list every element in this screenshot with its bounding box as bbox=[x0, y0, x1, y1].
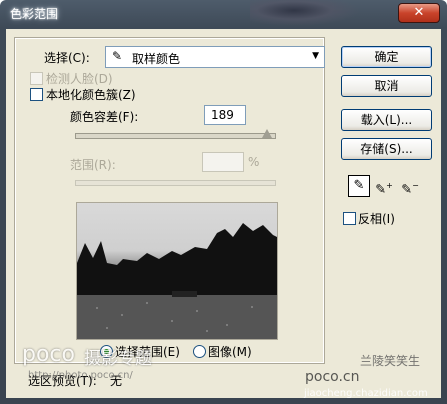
localized-clusters-label: 本地化颜色簇(Z) bbox=[46, 88, 136, 102]
detect-faces-label: 检测人脸(D) bbox=[46, 72, 113, 86]
range-input[interactable] bbox=[202, 152, 244, 172]
site-watermark: jiaocheng.chazidian.com bbox=[304, 388, 428, 399]
options-group: 选择(C): ✎ 取样颜色 ▼ 检测人脸(D) 本地化颜色簇(Z) 颜色容差(F… bbox=[14, 37, 325, 364]
eyedropper-plus-icon[interactable]: ✎+ bbox=[373, 175, 395, 197]
range-label: 范围(R): bbox=[70, 158, 116, 172]
fuzziness-slider[interactable] bbox=[75, 133, 276, 139]
preview-image-radio[interactable] bbox=[193, 345, 206, 358]
title-bar[interactable]: 色彩范围 ✕ bbox=[0, 0, 447, 26]
chevron-down-icon: ▼ bbox=[312, 51, 319, 61]
select-label: 选择(C): bbox=[44, 51, 90, 65]
fuzziness-label: 颜色容差(F): bbox=[70, 110, 139, 124]
eyedropper-icon: ✎ bbox=[112, 49, 123, 63]
color-range-dialog: 色彩范围 ✕ 选择(C): ✎ 取样颜色 ▼ 检测人脸(D) 本地化颜色簇(Z)… bbox=[0, 0, 447, 404]
invert-label: 反相(I) bbox=[358, 212, 395, 226]
localized-clusters-checkbox[interactable] bbox=[30, 88, 43, 101]
fuzziness-value: 189 bbox=[211, 108, 234, 122]
author-watermark: 兰陵笑笑生 bbox=[360, 354, 421, 368]
window-title: 色彩范围 bbox=[10, 7, 59, 21]
poco-url-right: poco.cn bbox=[305, 369, 360, 385]
select-dropdown[interactable]: ✎ 取样颜色 ▼ bbox=[105, 46, 325, 68]
fuzziness-slider-thumb[interactable] bbox=[262, 129, 272, 138]
close-button[interactable]: ✕ bbox=[398, 3, 440, 23]
preview-image-label: 图像(M) bbox=[208, 345, 252, 359]
range-slider[interactable] bbox=[75, 180, 276, 186]
ok-button[interactable]: 确定 bbox=[341, 46, 432, 68]
cancel-button[interactable]: 取消 bbox=[341, 75, 432, 97]
load-button[interactable]: 载入(L)... bbox=[341, 109, 432, 131]
poco-logo: poco bbox=[22, 342, 75, 367]
detect-faces-checkbox[interactable] bbox=[30, 72, 43, 85]
save-button[interactable]: 存储(S)... bbox=[341, 138, 432, 160]
eyedropper-minus-icon[interactable]: ✎− bbox=[399, 175, 421, 197]
range-unit: % bbox=[248, 155, 260, 169]
fuzziness-input[interactable]: 189 bbox=[204, 105, 246, 125]
poco-title: 摄影专题 bbox=[84, 349, 152, 369]
invert-checkbox[interactable] bbox=[343, 212, 356, 225]
title-bar-background bbox=[250, 0, 360, 26]
eyedropper-icon[interactable]: ✎ bbox=[348, 175, 370, 197]
poco-url: http://photo.poco.cn/ bbox=[28, 370, 133, 381]
selection-preview-image bbox=[76, 202, 278, 340]
building-silhouette bbox=[77, 223, 277, 339]
select-value: 取样颜色 bbox=[132, 52, 181, 66]
